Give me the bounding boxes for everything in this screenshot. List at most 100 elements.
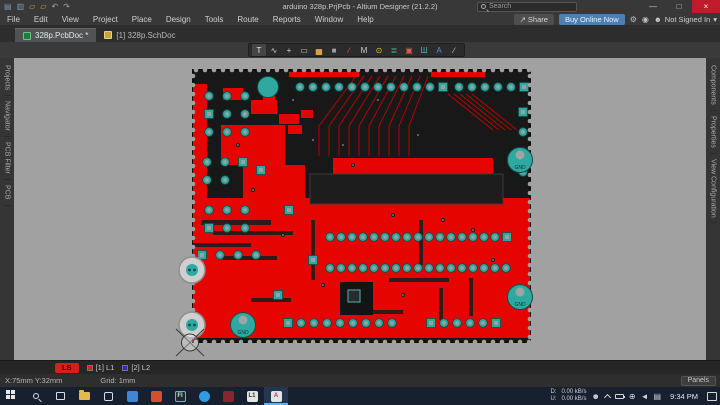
close-button[interactable]: × <box>692 0 720 13</box>
pcb-canvas[interactable]: GND GND GND <box>14 58 706 360</box>
layer-tab-l2[interactable]: [2] L2 <box>122 363 150 372</box>
pcbdoc-icon <box>23 32 31 40</box>
share-button[interactable]: ↗ Share <box>514 14 554 25</box>
task-view-button[interactable] <box>48 387 72 405</box>
open-icon[interactable]: ▱ <box>29 2 35 11</box>
volume-icon[interactable]: ◄ <box>641 392 649 401</box>
network-icon[interactable]: ⊕ <box>629 392 636 401</box>
menu-help[interactable]: Help <box>350 15 380 24</box>
buy-online-now-button[interactable]: Buy Online Now <box>559 14 625 25</box>
taskbar-search-button[interactable] <box>24 387 48 405</box>
title-bar: ▤ ▥ ▱ ▱ ↶ ↷ arduino 328p.PrjPcb - Altium… <box>0 0 720 13</box>
menu-edit[interactable]: Edit <box>27 15 55 24</box>
panel-tab-pcb-filter[interactable]: PCB Filter <box>4 137 11 180</box>
layer1-color-swatch <box>87 365 93 371</box>
menu-reports[interactable]: Reports <box>266 15 308 24</box>
pcb-board: GND GND GND <box>171 58 552 358</box>
altium-taskbar-button[interactable]: A <box>264 387 288 405</box>
menu-file[interactable]: File <box>0 15 27 24</box>
undo-icon[interactable]: ↶ <box>51 2 58 11</box>
people-icon[interactable]: ☻ <box>591 392 599 401</box>
panel-tab-components[interactable]: Components <box>710 60 717 111</box>
document-tab-strip: 328p.PcbDoc * [1] 328p.SchDoc <box>0 26 720 42</box>
menu-view[interactable]: View <box>55 15 86 24</box>
fill-tool-icon[interactable]: ■ <box>327 44 341 56</box>
altium-designer-window: ▤ ▥ ▱ ▱ ↶ ↷ arduino 328p.PrjPcb - Altium… <box>0 0 720 405</box>
briefcase-app-button[interactable] <box>96 387 120 405</box>
region-tool-icon[interactable]: ▭ <box>297 44 311 56</box>
save-all-icon[interactable]: ▥ <box>17 2 25 11</box>
menu-place[interactable]: Place <box>125 15 159 24</box>
notification-center-icon[interactable] <box>707 392 717 401</box>
start-button[interactable] <box>0 387 24 405</box>
edge-browser-button[interactable] <box>192 387 216 405</box>
tab-pcbdoc[interactable]: 328p.PcbDoc * <box>15 28 96 42</box>
keyboard-icon[interactable]: ▤ <box>654 392 662 401</box>
blue-app-button[interactable] <box>120 387 144 405</box>
account-menu[interactable]: ☻ Not Signed In ▾ <box>654 15 717 24</box>
line-tool-icon[interactable]: ∕ <box>447 44 461 56</box>
column-chart-tool-icon[interactable]: ▅ <box>312 44 326 56</box>
pad-stack-tool-icon[interactable]: ≣ <box>387 44 401 56</box>
panel-tab-projects[interactable]: Projects <box>4 60 11 96</box>
bench-tool-icon[interactable]: Ш <box>417 44 431 56</box>
redo-icon[interactable]: ↷ <box>63 2 70 11</box>
text-tool-icon[interactable]: T <box>252 44 266 56</box>
layer-tab-l1[interactable]: [1] L1 <box>87 363 115 372</box>
menu-project[interactable]: Project <box>86 15 125 24</box>
panel-tab-navigator[interactable]: Navigator <box>4 96 11 137</box>
bordered-app-icon: Fl <box>175 391 186 402</box>
toolbar-row: T ∿ + ▭ ▅ ■ ∕ M ⊙ ≣ ▣ Ш A ∕ <box>0 42 720 58</box>
menu-route[interactable]: Route <box>230 15 265 24</box>
schdoc-icon <box>104 31 112 39</box>
search-icon <box>33 393 39 399</box>
active-bar-toolbar: T ∿ + ▭ ▅ ■ ∕ M ⊙ ≣ ▣ Ш A ∕ <box>248 43 465 57</box>
search-placeholder: Search <box>489 3 511 10</box>
menu-tools[interactable]: Tools <box>198 15 231 24</box>
panel-tab-properties[interactable]: Properties <box>710 111 717 154</box>
settings-gear-icon[interactable]: ⚙ <box>630 15 637 24</box>
menu-design[interactable]: Design <box>159 15 198 24</box>
search-input[interactable]: Search <box>477 2 577 12</box>
pad-tool-icon[interactable]: + <box>282 44 296 56</box>
maroon-app-icon <box>223 391 234 402</box>
gray-app-button[interactable]: L1 <box>240 387 264 405</box>
string-tool-icon[interactable]: A <box>432 44 446 56</box>
file-explorer-button[interactable] <box>72 387 96 405</box>
layer-sets-button[interactable]: LS <box>55 363 79 373</box>
camera-icon[interactable]: ◉ <box>642 15 649 24</box>
panels-button[interactable]: Panels <box>681 376 716 386</box>
active-layer-tool-icon[interactable]: ▣ <box>402 44 416 56</box>
save-icon[interactable]: ▤ <box>4 2 12 11</box>
maximize-button[interactable]: □ <box>666 0 692 13</box>
minimize-button[interactable]: — <box>640 0 666 13</box>
grid-setting: Grid: 1mm <box>100 376 135 385</box>
move-tool-icon[interactable]: M <box>357 44 371 56</box>
panel-tab-pcb[interactable]: PCB <box>4 180 11 205</box>
orange-app-button[interactable] <box>144 387 168 405</box>
route-tool-icon[interactable]: ∿ <box>267 44 281 56</box>
gray-app-icon: L1 <box>247 391 258 402</box>
left-panel-strip: Projects Navigator PCB Filter PCB <box>0 58 14 360</box>
mounting-hole-left-mid <box>179 257 205 283</box>
folder-icon <box>79 392 90 400</box>
altium-icon: A <box>271 391 282 402</box>
cursor-position: X:75mm Y:32mm <box>5 376 62 385</box>
open-folder-icon[interactable]: ▱ <box>40 2 46 11</box>
slice-tool-icon[interactable]: ∕ <box>342 44 356 56</box>
bordered-app-button[interactable]: Fl <box>168 387 192 405</box>
windows-logo-icon <box>6 390 10 394</box>
main-area: Projects Navigator PCB Filter PCB <box>0 58 720 360</box>
gnd-pad-right-bottom: GND <box>508 285 533 310</box>
tab-schdoc[interactable]: [1] 328p.SchDoc <box>96 28 183 42</box>
layer2-color-swatch <box>122 365 128 371</box>
taskbar-clock[interactable]: 9:34 PM <box>666 392 702 401</box>
menu-bar: File Edit View Project Place Design Tool… <box>0 13 720 26</box>
show-hidden-icons-chevron[interactable] <box>604 393 611 400</box>
maroon-app-button[interactable] <box>216 387 240 405</box>
via-tool-icon[interactable]: ⊙ <box>372 44 386 56</box>
panel-tab-view-configuration[interactable]: View Configuration <box>710 154 717 224</box>
menu-window[interactable]: Window <box>308 15 350 24</box>
battery-icon[interactable] <box>615 394 624 399</box>
system-tray: D:0.00 kB/s U:0.00 kB/s ☻ ⊕ ◄ ▤ 9:34 PM <box>550 387 720 405</box>
